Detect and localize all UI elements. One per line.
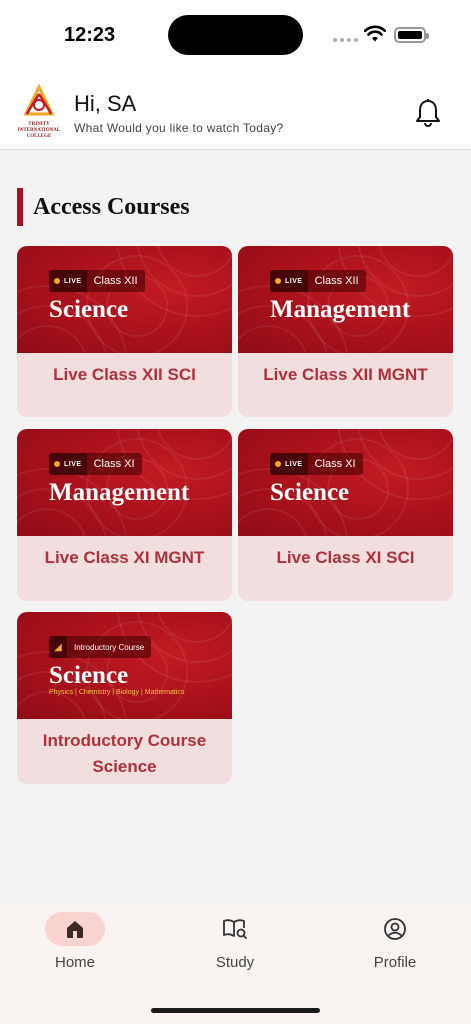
book-search-icon: [223, 919, 247, 939]
course-type-pill: ◢ Introductory Course: [49, 636, 152, 658]
status-time: 12:23: [64, 24, 116, 46]
course-label: Live Class XII MGNT: [263, 365, 428, 384]
bottom-nav: Home Study Profile: [0, 902, 471, 1024]
banner-title: Management: [270, 296, 411, 323]
class-pill: LIVE Class XII: [270, 270, 366, 292]
college-logo: TRINITY INTERNATIONAL COLLEGE: [16, 83, 62, 142]
status-bar: 12:23: [0, 0, 471, 72]
user-circle-icon: [384, 918, 406, 940]
banner-title: Science: [49, 296, 129, 323]
greeting-title: Hi, SA: [74, 91, 137, 116]
live-dot-icon: [54, 461, 60, 467]
class-label: Class XI: [314, 458, 356, 470]
nav-item-home[interactable]: Home: [15, 912, 135, 971]
nav-item-profile[interactable]: Profile: [335, 912, 455, 971]
nav-label-home: Home: [54, 954, 95, 971]
notification-bell-icon[interactable]: [414, 98, 442, 128]
app-header: TRINITY INTERNATIONAL COLLEGE Hi, SA Wha…: [0, 72, 471, 150]
course-label: Live Class XI MGNT: [44, 548, 205, 567]
banner-subjects: Physics | Chemistry | Biology | Mathemat…: [49, 689, 185, 696]
course-label-line2: Science: [92, 757, 157, 776]
course-label: Live Class XI SCI: [276, 548, 415, 567]
live-dot-icon: [275, 461, 281, 467]
dynamic-island: [168, 15, 303, 55]
home-icon: [67, 921, 83, 938]
course-banner: LIVE Class XI Management: [17, 429, 232, 536]
course-label: Live Class XII SCI: [53, 365, 196, 384]
course-card[interactable]: LIVE Class XII Science Live Class XII SC…: [17, 246, 232, 417]
wifi-icon: [364, 25, 386, 42]
section-title-text: Access Courses: [33, 193, 190, 220]
home-indicator[interactable]: [151, 1008, 320, 1013]
section-accent-bar: [17, 188, 23, 226]
live-badge: LIVE: [49, 270, 87, 292]
course-banner: LIVE Class XI Science: [238, 429, 453, 536]
nav-active-indicator: [45, 912, 105, 946]
course-card[interactable]: LIVE Class XII Management Live Class XII…: [238, 246, 453, 417]
live-dot-icon: [54, 278, 60, 284]
live-badge: LIVE: [270, 270, 308, 292]
class-label: Class XII: [93, 275, 138, 287]
live-badge: LIVE: [270, 453, 308, 475]
class-pill: LIVE Class XII: [49, 270, 145, 292]
live-badge: LIVE: [49, 453, 87, 475]
class-label: Class XI: [93, 458, 135, 470]
section-title: Access Courses: [17, 188, 190, 226]
class-label: Class XII: [314, 275, 359, 287]
course-banner: LIVE Class XII Management: [238, 246, 453, 353]
course-card[interactable]: LIVE Class XI Science Live Class XI SCI: [238, 429, 453, 601]
logo-text: TRINITY INTERNATIONAL COLLEGE: [17, 122, 61, 139]
course-card[interactable]: LIVE Class XI Management Live Class XI M…: [17, 429, 232, 601]
cellular-signal-icon: [333, 38, 358, 42]
battery-icon: [394, 27, 429, 43]
live-dot-icon: [275, 278, 281, 284]
banner-title: Science: [270, 479, 350, 506]
course-label-line1: Introductory Course: [42, 731, 207, 750]
banner-title: Management: [49, 479, 190, 506]
course-banner: LIVE Class XII Science: [17, 246, 232, 353]
course-banner: ◢ Introductory Course Science Physics | …: [17, 612, 232, 719]
class-pill: LIVE Class XI: [49, 453, 142, 475]
greeting-subtitle: What Would you like to watch Today?: [74, 121, 284, 135]
nav-label-study: Study: [215, 954, 255, 971]
banner-title: Science: [49, 662, 129, 689]
class-pill: LIVE Class XI: [270, 453, 363, 475]
nav-item-study[interactable]: Study: [175, 912, 295, 971]
course-type-label: Introductory Course: [74, 642, 145, 652]
nav-label-profile: Profile: [373, 954, 417, 971]
graduation-icon: ◢: [49, 636, 67, 658]
course-card[interactable]: ◢ Introductory Course Science Physics | …: [17, 612, 232, 784]
